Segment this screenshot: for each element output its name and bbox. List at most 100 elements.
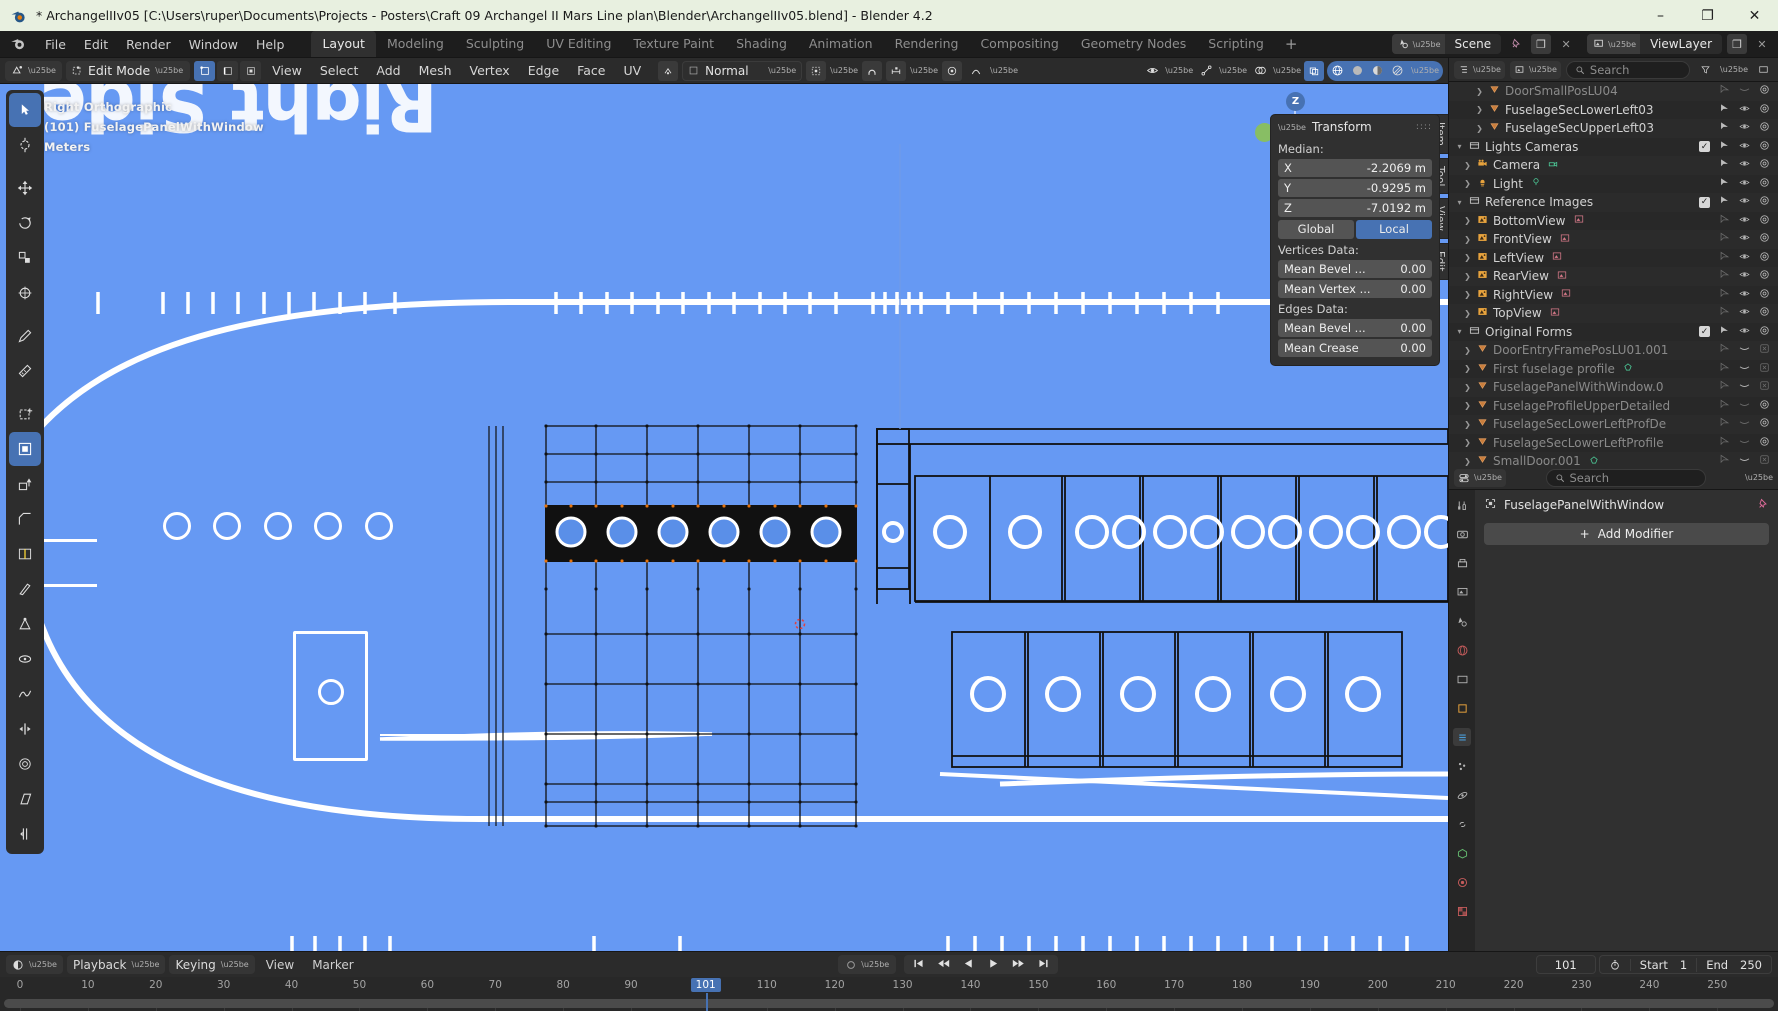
global-space-button[interactable]: Global: [1278, 220, 1354, 239]
viewport-menu-select[interactable]: Select: [313, 61, 366, 80]
hide-viewport-toggle-icon[interactable]: [1739, 399, 1750, 413]
new-viewlayer-button[interactable]: ❐: [1727, 34, 1747, 54]
outliner-row[interactable]: ❯ Camera: [1449, 156, 1778, 175]
disable-render-toggle-icon[interactable]: [1759, 84, 1770, 98]
mesh-vertex[interactable]: [798, 800, 802, 804]
expand-chevron-icon[interactable]: ❯: [1473, 105, 1486, 114]
mesh-vertex[interactable]: [620, 559, 624, 563]
tab-object[interactable]: [1453, 699, 1471, 717]
selectable-toggle-icon[interactable]: [1719, 306, 1730, 320]
disable-render-toggle-icon[interactable]: [1759, 417, 1770, 431]
mesh-vertex[interactable]: [594, 682, 598, 686]
outliner-row[interactable]: ❯ DoorEntryFramePosLU01.001: [1449, 341, 1778, 360]
menu-edit[interactable]: Edit: [75, 34, 117, 55]
mesh-vertex[interactable]: [544, 504, 548, 508]
mesh-vertex[interactable]: [696, 824, 700, 828]
add-workspace-button[interactable]: +: [1275, 32, 1308, 56]
mesh-vertex[interactable]: [645, 682, 649, 686]
expand-chevron-icon[interactable]: ❯: [1461, 253, 1474, 262]
outliner-new-collection-icon[interactable]: [1753, 60, 1773, 80]
face-select-mode-button[interactable]: [240, 60, 262, 81]
outliner-subicon[interactable]: [1589, 455, 1599, 466]
remove-viewlayer-button[interactable]: ✕: [1752, 34, 1772, 54]
tab-collection[interactable]: [1453, 670, 1471, 688]
selectable-toggle-icon[interactable]: [1719, 399, 1730, 413]
mesh-vertex[interactable]: [824, 559, 828, 563]
tool-knife[interactable]: [9, 572, 41, 606]
mesh-vertex[interactable]: [645, 782, 649, 786]
mesh-vertex[interactable]: [747, 424, 751, 428]
tool-spin[interactable]: [9, 642, 41, 676]
mesh-vertex[interactable]: [671, 504, 675, 508]
expand-chevron-icon[interactable]: ❯: [1461, 235, 1474, 244]
mesh-vertex[interactable]: [645, 587, 649, 591]
mesh-vertex[interactable]: [620, 504, 624, 508]
transform-panel-header[interactable]: \u25be Transform ::::: [1271, 115, 1439, 138]
falloff-curve-icon[interactable]: [966, 61, 986, 81]
expand-chevron-icon[interactable]: ▾: [1453, 142, 1466, 151]
disable-render-toggle-icon[interactable]: [1759, 399, 1770, 413]
transform-pivot-icon[interactable]: [658, 60, 679, 81]
outliner-subicon[interactable]: [1560, 233, 1570, 246]
outliner-row[interactable]: ▾ Lights Cameras ✓: [1449, 138, 1778, 157]
outliner-tree[interactable]: ❯ DoorSmallPosLU04 ❯ FuselageSecLowerLeft03…: [1449, 82, 1778, 466]
disable-render-toggle-icon[interactable]: [1759, 177, 1770, 191]
start-frame-field[interactable]: Start 1: [1631, 957, 1698, 972]
mean-vertex-crease-field[interactable]: Mean Vertex ... 0.00: [1278, 280, 1432, 298]
mean-crease-field[interactable]: Mean Crease 0.00: [1278, 339, 1432, 357]
mesh-vertex[interactable]: [594, 587, 598, 591]
hide-viewport-toggle-icon[interactable]: [1739, 380, 1750, 394]
mesh-vertex[interactable]: [594, 559, 598, 563]
mesh-vertex[interactable]: [696, 682, 700, 686]
jump-to-start-button[interactable]: [907, 957, 930, 973]
workspace-tab-modeling[interactable]: Modeling: [376, 31, 455, 57]
workspace-tab-scripting[interactable]: Scripting: [1197, 31, 1275, 57]
outliner-row[interactable]: ❯ Light: [1449, 175, 1778, 194]
mesh-vertex[interactable]: [544, 782, 548, 786]
use-preview-range-icon[interactable]: [1600, 958, 1631, 971]
mesh-vertex[interactable]: [594, 504, 598, 508]
rendered-shading-button[interactable]: [1388, 62, 1407, 80]
exclude-checkbox[interactable]: ✓: [1699, 196, 1710, 208]
pin-properties-icon[interactable]: [1757, 498, 1769, 513]
expand-chevron-icon[interactable]: ❯: [1473, 87, 1486, 96]
mesh-vertex[interactable]: [773, 559, 777, 563]
timeline-editor-type-button[interactable]: \u25be: [6, 955, 63, 974]
outliner-subicon[interactable]: [1574, 214, 1584, 227]
auto-keying-toggle[interactable]: \u25be: [838, 955, 897, 974]
mesh-vertex[interactable]: [696, 480, 700, 484]
outliner-subicon[interactable]: [1548, 159, 1558, 172]
outliner-row[interactable]: ❯ LeftView: [1449, 249, 1778, 268]
disable-render-toggle-icon[interactable]: [1759, 380, 1770, 394]
outliner-row[interactable]: ❯ BottomView: [1449, 212, 1778, 231]
keying-menu[interactable]: Keying \u25be: [169, 955, 255, 974]
hide-viewport-toggle-icon[interactable]: [1739, 269, 1750, 283]
selectable-toggle-icon[interactable]: [1719, 103, 1730, 117]
mesh-vertex[interactable]: [544, 682, 548, 686]
workspace-tab-compositing[interactable]: Compositing: [969, 31, 1069, 57]
close-button[interactable]: ✕: [1731, 0, 1778, 31]
disable-render-toggle-icon[interactable]: [1759, 325, 1770, 339]
mean-bevel-edge-field[interactable]: Mean Bevel ... 0.00: [1278, 319, 1432, 337]
mesh-vertex[interactable]: [747, 682, 751, 686]
hide-viewport-toggle-icon[interactable]: [1739, 325, 1750, 339]
mesh-vertex[interactable]: [569, 559, 573, 563]
outliner-row[interactable]: ▾ Original Forms ✓: [1449, 323, 1778, 342]
selectable-toggle-icon[interactable]: [1719, 362, 1730, 376]
tool-bevel[interactable]: [9, 502, 41, 536]
expand-chevron-icon[interactable]: ▾: [1453, 198, 1466, 207]
hide-viewport-toggle-icon[interactable]: [1739, 232, 1750, 246]
mesh-vertex[interactable]: [747, 559, 751, 563]
menu-file[interactable]: File: [36, 34, 75, 55]
hide-viewport-toggle-icon[interactable]: [1739, 177, 1750, 191]
mesh-vertex[interactable]: [696, 424, 700, 428]
hide-viewport-toggle-icon[interactable]: [1739, 103, 1750, 117]
tab-tool[interactable]: [1453, 496, 1471, 514]
selectable-toggle-icon[interactable]: [1719, 251, 1730, 265]
selectable-toggle-icon[interactable]: [1719, 343, 1730, 357]
mesh-vertex[interactable]: [544, 480, 548, 484]
mesh-vertex[interactable]: [798, 732, 802, 736]
selectable-toggle-icon[interactable]: [1719, 454, 1730, 466]
mesh-vertex[interactable]: [696, 452, 700, 456]
properties-editor-type-button[interactable]: \u25be: [1454, 468, 1506, 487]
